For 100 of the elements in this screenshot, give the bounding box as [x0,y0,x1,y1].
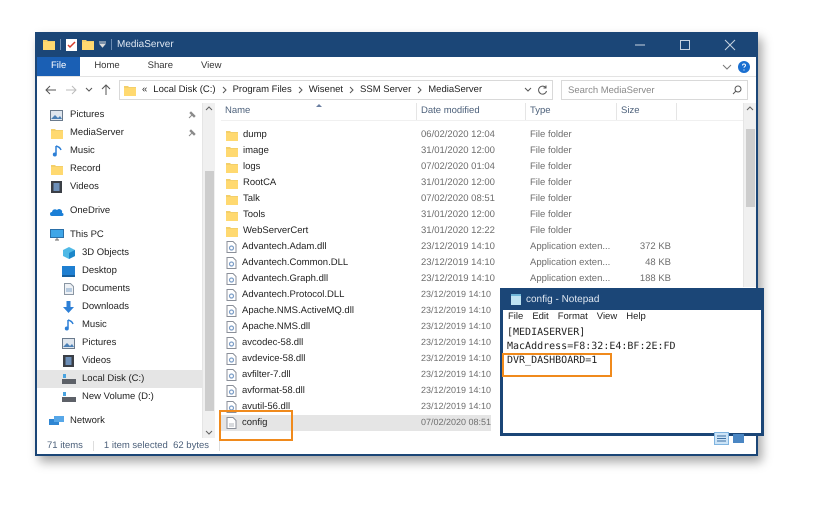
chevron-down-icon[interactable] [722,62,732,70]
search-field[interactable]: Search MediaServer [561,80,748,100]
menu-item[interactable]: File [508,310,524,325]
checklist-icon[interactable] [66,38,77,50]
chevron-right-icon [222,86,227,94]
address-bar[interactable]: « Local Disk (C:) Program Files Wisenet SSM Server MediaServer [119,80,553,100]
window-title: config - Notepad [526,292,600,306]
refresh-icon[interactable] [538,85,548,95]
file-type: File folder [529,160,573,174]
help-icon[interactable] [738,60,750,72]
file-row[interactable]: dump 06/02/2020 12:04 File folder [221,127,743,143]
file-row[interactable]: Advantech.Adam.dll 23/12/2019 14:10 Application exten... 372 KB [221,239,743,255]
thumbnail-view-icon[interactable] [731,432,746,445]
nav-item[interactable]: New Volume (D:) [37,388,202,406]
back-arrow-icon[interactable] [45,85,57,95]
ribbon-tab[interactable]: File [37,57,80,76]
scrollbar[interactable] [743,103,756,287]
nav-item[interactable]: Pictures [37,106,202,124]
nav-item[interactable]: OneDrive [37,202,202,220]
breadcrumb-item[interactable]: Program Files [232,82,292,98]
date-modified: 07/02/2020 01:04 [420,160,496,174]
file-row[interactable]: Advantech.Common.DLL 23/12/2019 14:10 Application exten... 48 KB [221,255,743,271]
scrollbar[interactable] [202,103,215,438]
folder-icon [226,162,238,172]
file-name: Advantech.Common.DLL [242,256,348,270]
nav-item[interactable]: Pictures [37,334,202,352]
file-row[interactable]: avfilter-7.dll 23/12/2019 14:10 [221,367,492,383]
file-type: File folder [529,224,573,238]
file-row[interactable]: Apache.NMS.ActiveMQ.dll 23/12/2019 14:10 [221,303,492,319]
folder-icon [226,226,238,236]
up-arrow-icon[interactable] [101,84,111,96]
file-name: avcodec-58.dll [242,336,304,350]
file-row[interactable]: Talk 07/02/2020 08:51 File folder [221,191,743,207]
menu-item[interactable]: Format [558,310,588,325]
column-header[interactable]: Type [526,103,617,120]
gear-file-icon [226,289,237,301]
file-row[interactable]: avutil-56.dll 23/12/2019 14:10 [221,399,492,415]
file-row[interactable]: RootCA 31/01/2020 12:00 File folder [221,175,743,191]
file-row[interactable]: logs 07/02/2020 01:04 File folder [221,159,743,175]
gear-file-icon [226,353,237,365]
file-row[interactable]: Tools 31/01/2020 12:00 File folder [221,207,743,223]
folder-icon [226,178,238,188]
nav-item[interactable]: Music [37,316,202,334]
search-icon[interactable] [732,85,742,95]
menu-item[interactable]: Help [626,310,646,325]
file-row[interactable]: WebServerCert 31/01/2020 12:22 File folder [221,223,743,239]
column-header[interactable]: Name [221,103,417,120]
date-modified: 23/12/2019 14:10 [420,304,492,318]
file-row[interactable]: image 31/01/2020 12:00 File folder [221,143,743,159]
nav-item[interactable]: 3D Objects [37,244,202,262]
file-row[interactable]: config 07/02/2020 08:51 [221,415,492,431]
file-row[interactable]: avdevice-58.dll 23/12/2019 14:10 [221,351,492,367]
nav-item[interactable]: Record [37,160,202,178]
details-view-icon[interactable] [714,432,729,445]
music-note-icon [52,145,62,157]
scroll-thumb[interactable] [205,171,214,411]
nav-item[interactable]: This PC [37,226,202,244]
ribbon-tab[interactable]: Home [80,57,134,76]
nav-item[interactable]: Documents [37,280,202,298]
ribbon-tab[interactable]: Share [134,57,188,76]
folder-icon [124,84,136,96]
date-modified: 06/02/2020 12:04 [420,128,496,142]
file-size: 372 KB [638,240,672,254]
overflow-chevrons[interactable]: « [142,82,148,98]
file-row[interactable]: avcodec-58.dll 23/12/2019 14:10 [221,335,492,351]
file-type: File folder [529,208,573,222]
date-modified: 23/12/2019 14:10 [420,240,496,254]
date-modified: 23/12/2019 14:10 [420,384,492,398]
dropdown-icon[interactable] [99,41,106,48]
column-header[interactable]: Date modified [417,103,526,120]
gear-file-icon [226,369,237,381]
breadcrumb-item[interactable]: Local Disk (C:) [153,82,216,98]
nav-item[interactable]: MediaServer [37,124,202,142]
text-area[interactable]: [MEDIASERVER] MacAddress=F8:32:E4:BF:2E:FD DVR_DASHBOARD=1 [503,325,761,433]
breadcrumb-item[interactable]: SSM Server [360,82,412,98]
nav-item[interactable]: Videos [37,352,202,370]
breadcrumb-item[interactable]: MediaServer [428,82,482,98]
file-row[interactable]: Advantech.Protocol.DLL 23/12/2019 14:10 [221,287,492,303]
file-row[interactable]: Apache.NMS.dll 23/12/2019 14:10 [221,319,492,335]
chevron-down-icon[interactable] [85,87,93,93]
picture-icon [62,338,75,348]
drive-icon [62,374,76,384]
column-header[interactable]: Size [617,103,677,120]
menu-item[interactable]: Edit [532,310,549,325]
nav-item[interactable]: Network [37,412,202,430]
date-modified: 07/02/2020 08:51 [420,192,496,206]
menu-item[interactable]: View [596,310,618,325]
nav-item[interactable]: Videos [37,178,202,196]
ribbon-tab[interactable]: View [187,57,236,76]
nav-item[interactable]: Local Disk (C:) [37,370,202,388]
breadcrumb-item[interactable]: Wisenet [308,82,344,98]
nav-item[interactable]: Desktop [37,262,202,280]
file-size: 48 KB [644,256,672,270]
chevron-down-icon[interactable] [524,87,532,93]
date-modified: 23/12/2019 14:10 [420,320,492,334]
file-row[interactable]: avformat-58.dll 23/12/2019 14:10 [221,383,492,399]
nav-item[interactable]: Downloads [37,298,202,316]
nav-item[interactable]: Music [37,142,202,160]
scroll-thumb[interactable] [746,129,755,207]
file-row[interactable]: Advantech.Graph.dll 23/12/2019 14:10 Application exten... 188 KB [221,271,743,287]
